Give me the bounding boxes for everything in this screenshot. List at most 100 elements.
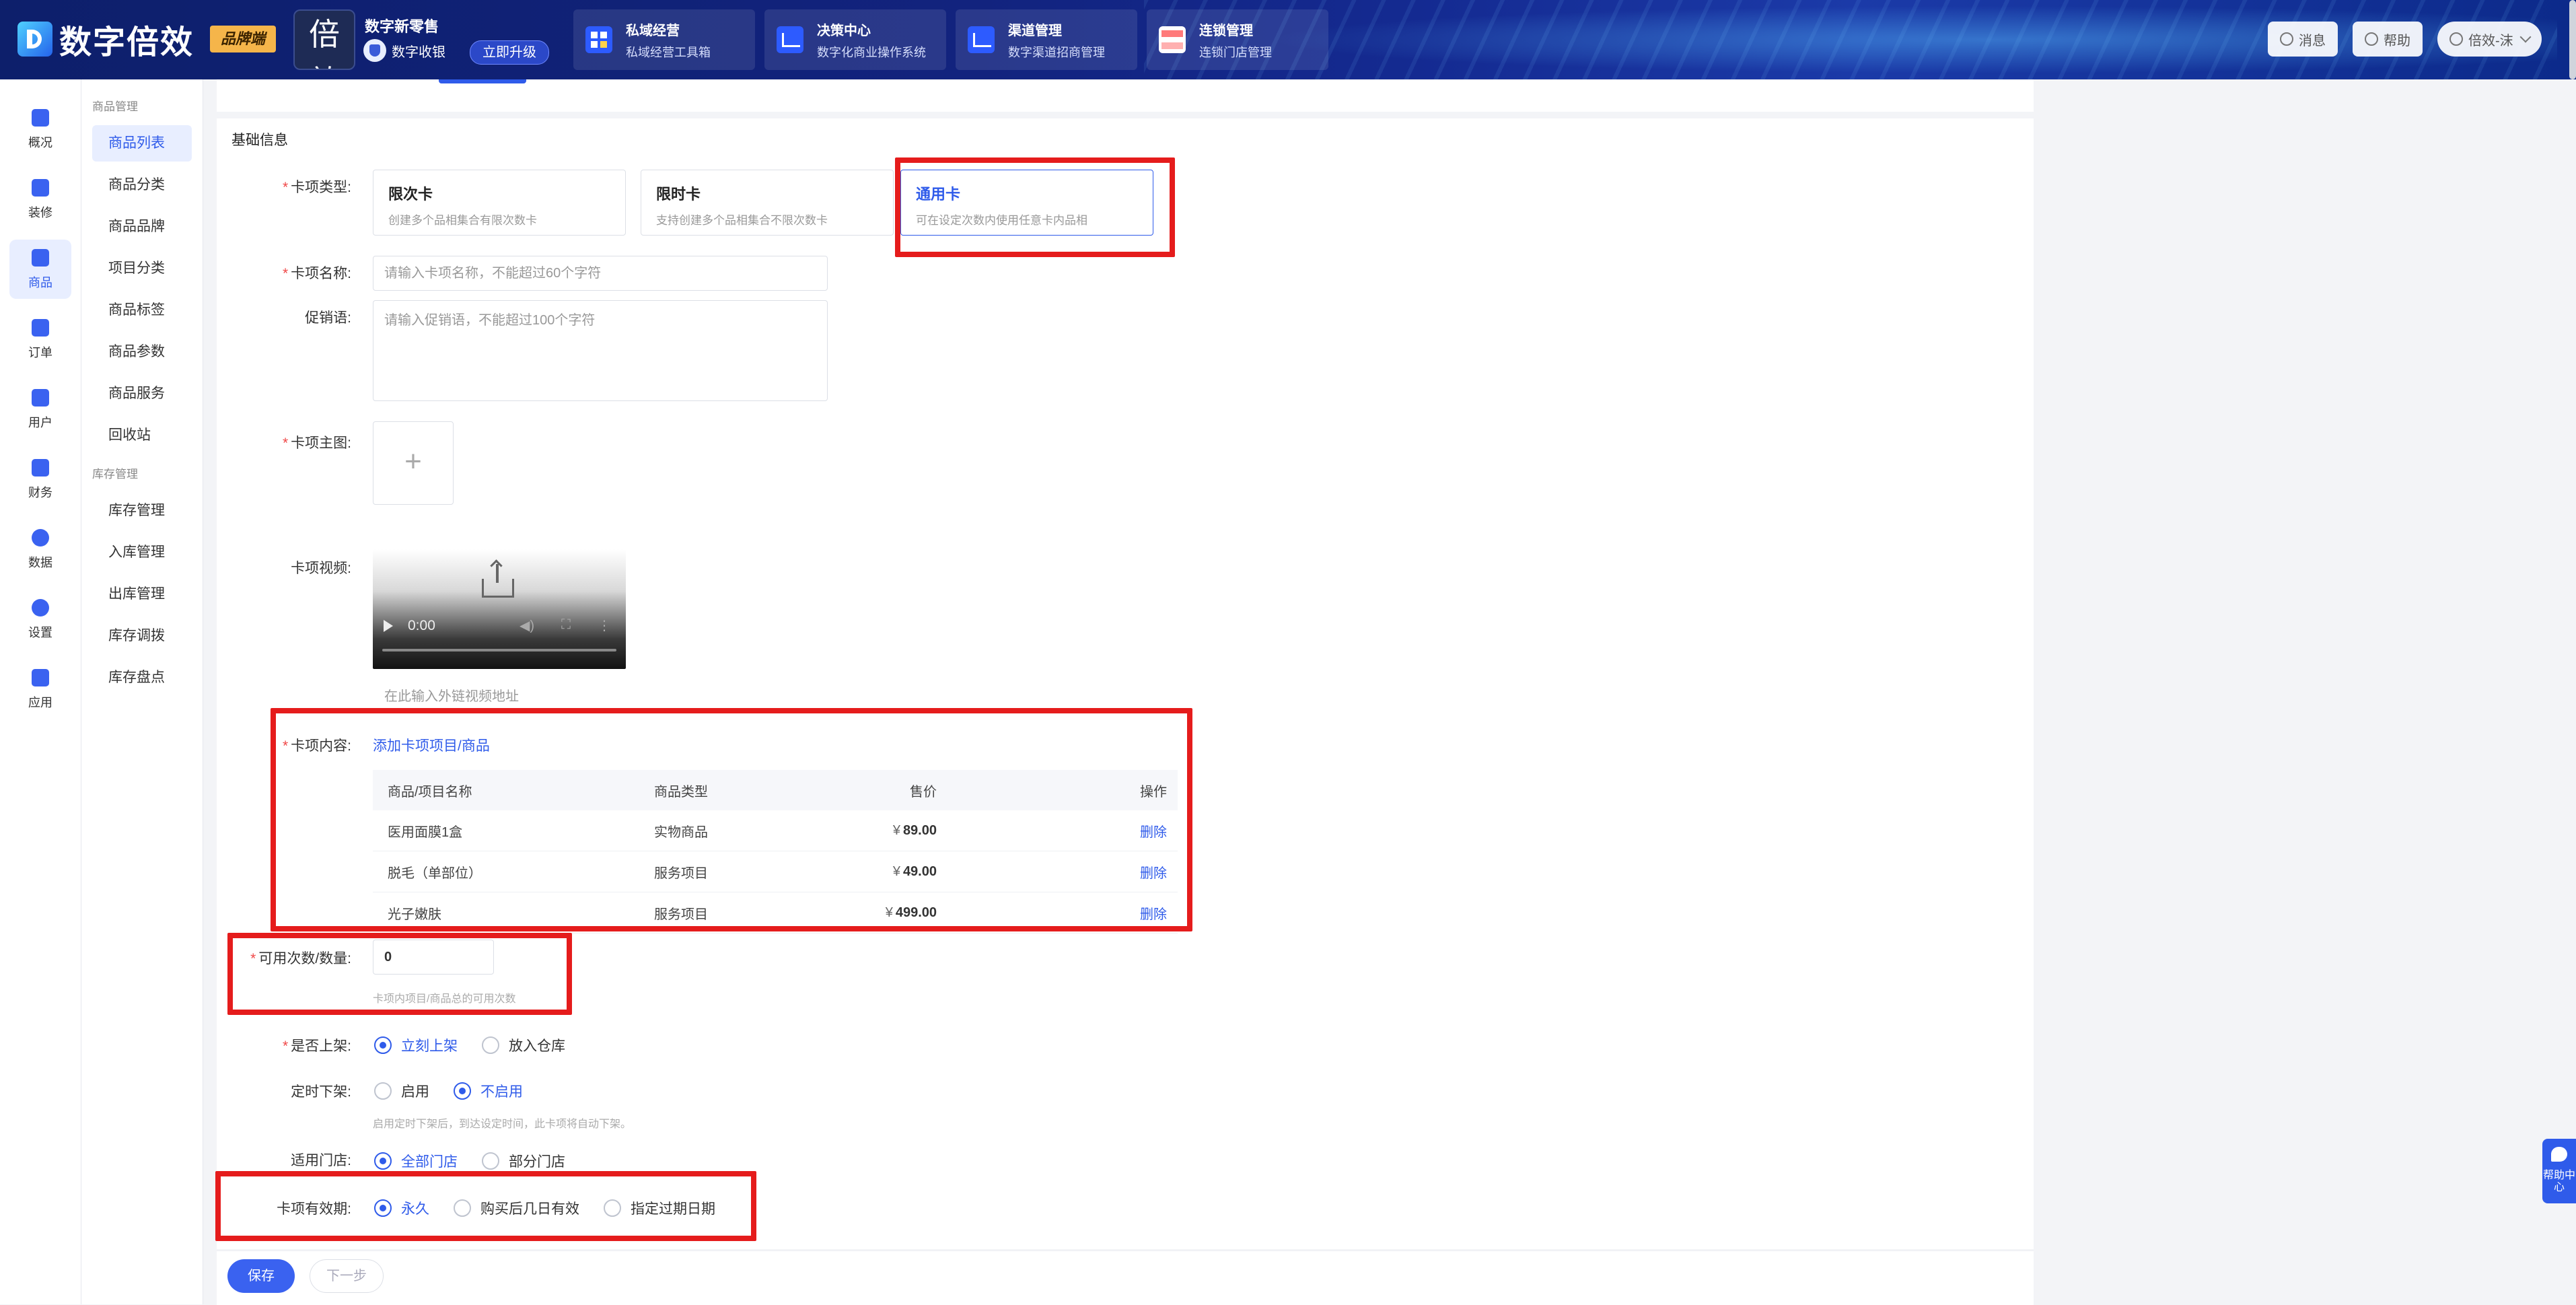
radio-onshelf-now[interactable]: 立刻上架	[374, 1035, 458, 1055]
rail-orders[interactable]: 订单	[9, 310, 71, 369]
rail-decoration[interactable]: 装修	[9, 170, 71, 229]
submenu-stock-count[interactable]: 库存盘点	[92, 660, 192, 696]
delete-button[interactable]: 删除	[937, 821, 1178, 841]
submenu-stock-transfer[interactable]: 库存调拨	[92, 618, 192, 654]
rail-label: 设置	[28, 626, 52, 639]
cell-price: ¥89.00	[892, 822, 937, 838]
card-name-input[interactable]: 请输入卡项名称，不能超过60个字符	[373, 256, 828, 291]
bell-icon	[2280, 32, 2293, 46]
card-type-limited-count[interactable]: 限次卡 创建多个品相集合有限次数卡	[373, 170, 626, 236]
help-label: 帮助	[2384, 33, 2410, 48]
usage-count-hint: 卡项内项目/商品总的可用次数	[373, 993, 516, 1005]
more-icon[interactable]: ⋮	[598, 617, 611, 634]
finance-icon	[32, 459, 49, 477]
usage-count-input[interactable]: 0	[373, 940, 494, 975]
submenu-goods-tags[interactable]: 商品标签	[92, 292, 192, 328]
header-actions: 消息 帮助 倍效-沫	[2268, 22, 2542, 57]
card-type-title: 通用卡	[916, 186, 961, 203]
main-image-label: * 卡项主图:	[282, 435, 351, 451]
video-right-controls: ◀) ⛶ ⋮	[520, 617, 611, 634]
submenu-stock-manage[interactable]: 库存管理	[92, 493, 192, 529]
radio-validity-expiry-date[interactable]: 指定过期日期	[604, 1198, 715, 1218]
cell-price: ¥49.00	[892, 863, 937, 879]
submenu-recycle-bin[interactable]: 回收站	[92, 417, 192, 454]
submenu-stock-out[interactable]: 出库管理	[92, 576, 192, 612]
app-thumbnail[interactable]: 倍效 行业	[293, 9, 355, 70]
nav-private-domain[interactable]: 私域经营 私域经营工具箱	[573, 9, 755, 70]
section-title: 基础信息	[231, 133, 288, 148]
video-progress-bar[interactable]	[382, 649, 616, 651]
delete-button[interactable]: 删除	[937, 903, 1178, 923]
left-rail: 概况 装修 商品 订单 用户 财务 数据 设置 应用	[0, 79, 81, 1304]
submenu-stock-in[interactable]: 入库管理	[92, 534, 192, 571]
delete-button[interactable]: 删除	[937, 862, 1178, 882]
pie-icon	[32, 529, 49, 546]
submenu-goods-category[interactable]: 商品分类	[92, 167, 192, 203]
nav-title: 决策中心	[817, 23, 871, 38]
submenu-goods-brand[interactable]: 商品品牌	[92, 209, 192, 245]
nav-decision-center[interactable]: 决策中心 数字化商业操作系统	[764, 9, 946, 70]
top-bar: 数字倍效 品牌端 倍效 行业 数字新零售 数字收银 立即升级 私域经营 私域经营…	[0, 0, 2576, 79]
user-menu[interactable]: 倍效-沫	[2437, 22, 2542, 57]
radio-validity-days-after-purchase[interactable]: 购买后几日有效	[454, 1198, 579, 1218]
card-type-universal[interactable]: 通用卡 可在设定次数内使用任意卡内品相	[900, 170, 1153, 236]
radio-store-all[interactable]: 全部门店	[374, 1151, 458, 1171]
logo-icon	[17, 22, 52, 57]
submenu: 商品管理 商品列表 商品分类 商品品牌 项目分类 商品标签 商品参数 商品服务 …	[81, 79, 203, 1304]
submenu-project-category[interactable]: 项目分类	[92, 250, 192, 287]
card-type-desc: 可在设定次数内使用任意卡内品相	[916, 214, 1087, 227]
submenu-goods-list[interactable]: 商品列表	[92, 125, 192, 162]
video-controls: 0:00	[384, 618, 435, 634]
submenu-group-goods: 商品管理	[92, 100, 138, 113]
nav-sub: 数字化商业操作系统	[817, 45, 926, 59]
play-icon[interactable]	[384, 620, 393, 632]
nav-sub: 私域经营工具箱	[626, 45, 711, 59]
nav-channel-management[interactable]: 渠道管理 数字渠道招商管理	[956, 9, 1137, 70]
add-item-link[interactable]: 添加卡项项目/商品	[373, 735, 490, 755]
logo[interactable]: 数字倍效	[17, 17, 194, 61]
messages-button[interactable]: 消息	[2268, 22, 2338, 57]
radio-store-partial[interactable]: 部分门店	[482, 1151, 565, 1171]
next-step-button[interactable]: 下一步	[310, 1259, 384, 1293]
video-url-input[interactable]: 在此输入外链视频地址	[373, 681, 828, 712]
radio-onshelf-warehouse[interactable]: 放入仓库	[482, 1035, 565, 1055]
help-button[interactable]: 帮助	[2353, 22, 2423, 57]
rail-label: 用户	[28, 416, 52, 429]
promo-textarea[interactable]: 请输入促销语，不能超过100个字符	[373, 300, 828, 401]
cell-type: 实物商品	[654, 824, 708, 840]
volume-icon[interactable]: ◀)	[520, 617, 534, 634]
card-type-limited-time[interactable]: 限时卡 支持创建多个品相集合不限次数卡	[641, 170, 894, 236]
rail-overview[interactable]: 概况	[9, 100, 71, 159]
upgrade-button[interactable]: 立即升级	[470, 40, 549, 65]
rail-finance[interactable]: 财务	[9, 450, 71, 509]
rail-apps[interactable]: 应用	[9, 660, 71, 719]
radio-offshelf-enable[interactable]: 启用	[374, 1081, 429, 1101]
rail-goods[interactable]: 商品	[9, 240, 71, 299]
overview-icon	[32, 109, 49, 127]
image-upload-button[interactable]: +	[373, 421, 454, 505]
retail-title: 数字新零售	[365, 18, 439, 35]
scrollbar[interactable]	[2569, 0, 2576, 79]
rail-data[interactable]: 数据	[9, 520, 71, 579]
radio-validity-forever[interactable]: 永久	[374, 1198, 429, 1218]
radio-offshelf-disable[interactable]: 不启用	[454, 1081, 523, 1101]
validity-radio-group: 永久 购买后几日有效 指定过期日期	[374, 1198, 740, 1218]
card-type-desc: 支持创建多个品相集合不限次数卡	[656, 214, 828, 227]
card-type-title: 限次卡	[388, 186, 433, 203]
chevron-down-icon	[2519, 31, 2532, 43]
table-row: 脱毛（单部位） 服务项目 ¥49.00 删除	[373, 851, 1178, 892]
save-button[interactable]: 保存	[227, 1259, 295, 1293]
card-content-label: * 卡项内容:	[282, 738, 351, 754]
rail-users[interactable]: 用户	[9, 380, 71, 439]
rail-settings[interactable]: 设置	[9, 590, 71, 649]
video-player[interactable]: 0:00 ◀) ⛶ ⋮	[373, 549, 626, 669]
upload-icon[interactable]	[482, 564, 514, 598]
help-center-float[interactable]: 帮助中心	[2542, 1139, 2576, 1203]
cell-name: 脱毛（单部位）	[388, 866, 482, 881]
rail-label: 商品	[28, 276, 52, 289]
fullscreen-icon[interactable]: ⛶	[561, 617, 571, 634]
submenu-goods-service[interactable]: 商品服务	[92, 376, 192, 412]
nav-chain-management[interactable]: 连锁管理 连锁门店管理	[1147, 9, 1328, 70]
user-icon	[32, 389, 49, 407]
submenu-goods-params[interactable]: 商品参数	[92, 334, 192, 370]
